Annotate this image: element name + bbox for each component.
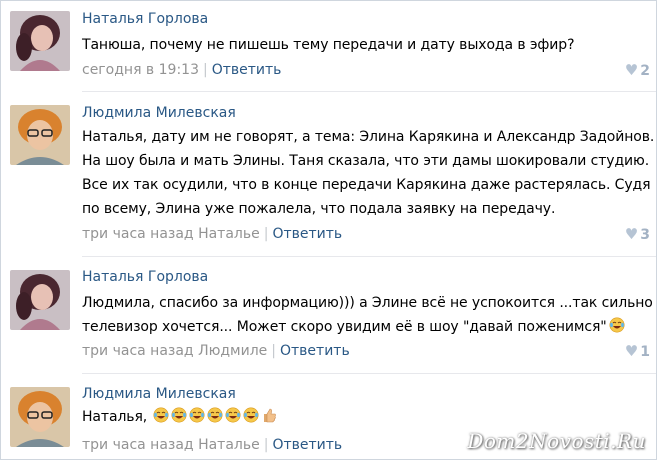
comment-text: Людмила, спасибо за информацию))) а Элин…: [82, 291, 657, 339]
comment-text: Наталья, дату им не говорят, а тема: Эли…: [82, 125, 654, 221]
divider: [82, 91, 656, 92]
reply-to-name[interactable]: Людмиле: [198, 343, 267, 359]
divider: [82, 256, 656, 257]
separator: |: [202, 62, 208, 78]
laughing-tears-icon: [153, 407, 169, 423]
comment-text-line: Наталья, дату им не говорят, а тема: Эли…: [82, 129, 655, 145]
reply-button[interactable]: Ответить: [272, 226, 342, 242]
comment-text-line-with-emoji: Наталья,: [82, 405, 654, 429]
comment-meta: три часа назад Наталье | Ответить: [82, 437, 342, 453]
timestamp[interactable]: три часа назад: [82, 343, 194, 359]
reply-button[interactable]: Ответить: [212, 62, 282, 78]
laughing-tears-icon: [207, 407, 223, 423]
avatar[interactable]: [10, 11, 70, 71]
reply-button[interactable]: Ответить: [280, 343, 350, 359]
comment-text-line: Танюша, почему не пишешь тему передачи и…: [82, 37, 575, 53]
like-count: 1: [640, 344, 650, 360]
emoji-row: [607, 317, 625, 335]
separator: |: [263, 437, 269, 453]
avatar[interactable]: [10, 387, 70, 447]
comment-text: Наталья,: [82, 405, 654, 429]
like-button[interactable]: ♥ 2: [625, 61, 650, 79]
like-button[interactable]: ♥ 3: [625, 225, 650, 243]
timestamp[interactable]: сегодня в 19:13: [82, 62, 199, 78]
author-name[interactable]: Людмила Милевская: [82, 386, 236, 402]
comment-text: Танюша, почему не пишешь тему передачи и…: [82, 33, 654, 57]
comment-text-line-with-emoji: телевизор хочется... Может скоро увидим …: [82, 315, 654, 339]
watermark: Dom2Novosti.Ru: [467, 429, 646, 453]
heart-icon: ♥: [624, 225, 639, 243]
timestamp[interactable]: три часа назад: [82, 437, 194, 453]
comment-text-line: Все их так осудили, что в конце передачи…: [82, 177, 651, 193]
comment-text-line: по всему, Элина уже пожалела, что подала…: [82, 201, 556, 217]
laughing-tears-icon: [189, 407, 205, 423]
like-count: 2: [640, 63, 650, 79]
avatar[interactable]: [10, 270, 70, 330]
comment-meta: три часа назад Наталье | Ответить: [82, 226, 342, 242]
reply-button[interactable]: Ответить: [272, 437, 342, 453]
heart-icon: ♥: [624, 342, 639, 360]
laughing-tears-icon: [609, 317, 625, 333]
laughing-tears-icon: [171, 407, 187, 423]
comment-text-line: На шоу была и мать Элины. Таня сказала, …: [82, 153, 650, 169]
heart-icon: ♥: [624, 61, 639, 79]
comment-meta: три часа назад Людмиле | Ответить: [82, 343, 350, 359]
laughing-tears-icon: [243, 407, 259, 423]
thumbs-up-icon: [264, 408, 277, 423]
reply-to-name[interactable]: Наталье: [198, 437, 260, 453]
timestamp[interactable]: три часа назад: [82, 226, 194, 242]
emoji-row: [151, 407, 277, 425]
author-name[interactable]: Людмила Милевская: [82, 105, 236, 121]
like-button[interactable]: ♥ 1: [625, 342, 650, 360]
author-name[interactable]: Наталья Горлова: [82, 11, 208, 27]
laughing-tears-icon: [225, 407, 241, 423]
avatar[interactable]: [10, 105, 70, 165]
separator: |: [271, 343, 276, 359]
like-count: 3: [640, 227, 650, 243]
author-name[interactable]: Наталья Горлова: [82, 269, 208, 285]
separator: |: [263, 226, 269, 242]
comment-text-line: Наталья,: [82, 409, 148, 425]
reply-to-name[interactable]: Наталье: [198, 226, 260, 242]
comment-text-line: телевизор хочется... Может скоро увидим …: [82, 319, 607, 335]
comment-text-line: Людмила, спасибо за информацию))) а Элин…: [82, 295, 657, 311]
divider: [82, 373, 656, 374]
comment-meta: сегодня в 19:13 | Ответить: [82, 62, 281, 78]
